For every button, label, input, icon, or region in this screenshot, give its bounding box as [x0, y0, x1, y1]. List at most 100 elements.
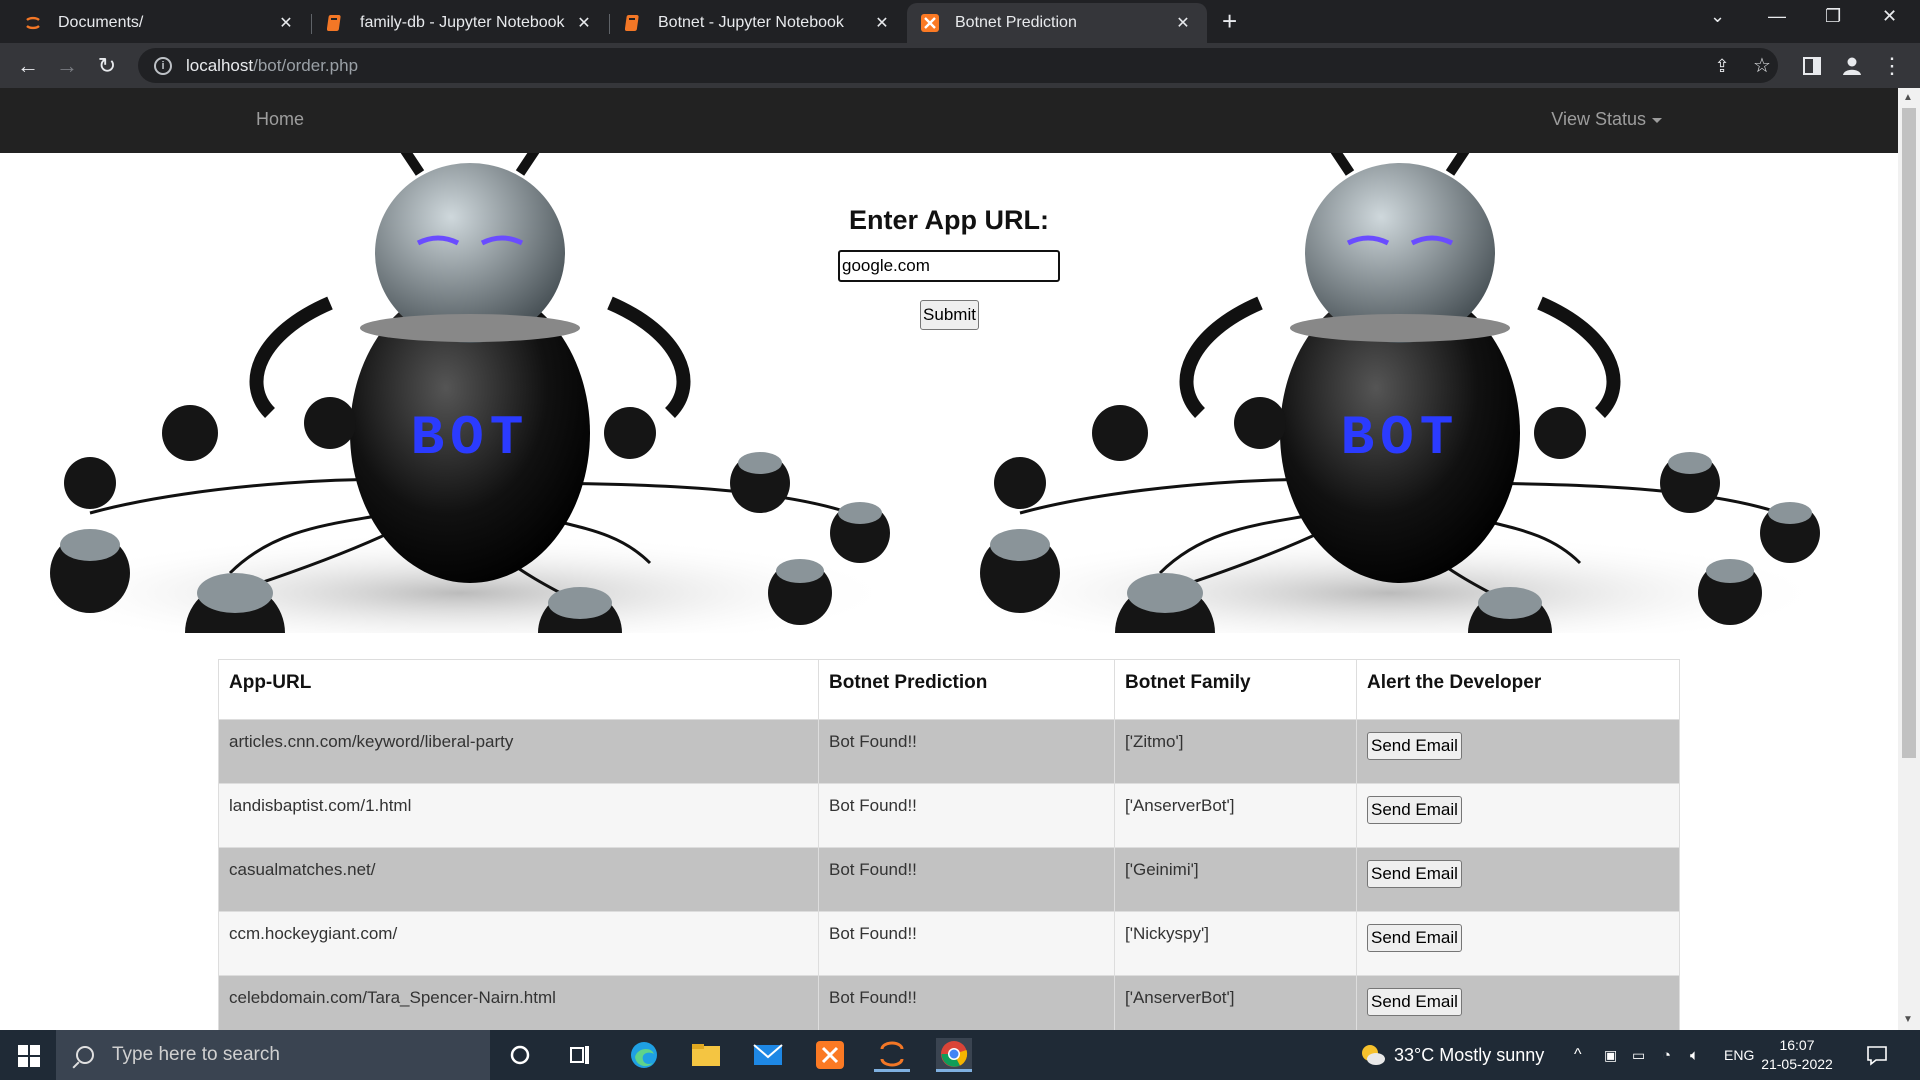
- cell-action: Send Email: [1356, 847, 1680, 912]
- tab-botnet-prediction[interactable]: Botnet Prediction ✕: [907, 3, 1207, 43]
- scroll-up-arrow-icon[interactable]: ▲: [1903, 92, 1913, 103]
- tab-title: Botnet - Jupyter Notebook: [658, 14, 844, 31]
- send-email-button[interactable]: Send Email: [1367, 988, 1462, 1016]
- back-arrow-icon[interactable]: ←: [14, 52, 42, 80]
- table-row: landisbaptist.com/1.html Bot Found!! ['A…: [218, 783, 1680, 848]
- tab-search-chevron-icon[interactable]: ⌄: [1710, 6, 1725, 27]
- menu-kebab-icon[interactable]: ⋮: [1878, 52, 1906, 80]
- cell-prediction: Bot Found!!: [818, 783, 1115, 848]
- battery-icon[interactable]: ▭: [1632, 1030, 1645, 1080]
- windows-taskbar: Type here to search 33°C Mostly sunny ^ …: [0, 1030, 1920, 1080]
- weather-sun-cloud-icon: [1362, 1045, 1385, 1065]
- table-row: ccm.hockeygiant.com/ Bot Found!! ['Nicky…: [218, 911, 1680, 976]
- volume-icon[interactable]: 🔈︎: [1690, 1030, 1699, 1080]
- scroll-down-arrow-icon[interactable]: ▼: [1903, 1014, 1913, 1025]
- cell-app-url: landisbaptist.com/1.html: [218, 783, 819, 848]
- close-icon[interactable]: ✕: [574, 13, 594, 33]
- xampp-icon: [921, 14, 939, 32]
- minimize-button[interactable]: —: [1768, 6, 1786, 27]
- send-email-button[interactable]: Send Email: [1367, 796, 1462, 824]
- view-status-dropdown[interactable]: View Status: [1551, 109, 1662, 130]
- taskbar-search-box[interactable]: Type here to search: [56, 1030, 490, 1080]
- cell-family: ['AnserverBot']: [1114, 783, 1357, 848]
- submit-button[interactable]: Submit: [920, 300, 979, 330]
- cell-app-url: celebdomain.com/Tara_Spencer-Nairn.html: [218, 975, 819, 1030]
- jupyter-taskbar-icon[interactable]: [874, 1038, 910, 1072]
- svg-text:BOT: BOT: [1341, 406, 1460, 470]
- xampp-taskbar-icon[interactable]: [812, 1038, 848, 1072]
- column-header: Botnet Family: [1114, 659, 1357, 720]
- tab-family-db[interactable]: family-db - Jupyter Notebook ✕: [312, 3, 608, 43]
- send-email-button[interactable]: Send Email: [1367, 860, 1462, 888]
- cell-action: Send Email: [1356, 783, 1680, 848]
- new-tab-button[interactable]: +: [1222, 8, 1237, 34]
- notebook-icon: [326, 14, 344, 32]
- table-row: casualmatches.net/ Bot Found!! ['Geinimi…: [218, 847, 1680, 912]
- notebook-icon: [624, 14, 642, 32]
- close-icon[interactable]: ✕: [872, 13, 892, 33]
- forward-arrow-icon[interactable]: →: [53, 52, 81, 80]
- cell-prediction: Bot Found!!: [818, 847, 1115, 912]
- weather-widget[interactable]: 33°C Mostly sunny: [1360, 1030, 1544, 1080]
- cell-app-url: articles.cnn.com/keyword/liberal-party: [218, 719, 819, 784]
- restore-button[interactable]: ❐: [1825, 6, 1841, 27]
- cell-family: ['Nickyspy']: [1114, 911, 1357, 976]
- show-hidden-icons-chevron-icon[interactable]: ^: [1574, 1030, 1582, 1080]
- file-explorer-icon[interactable]: [688, 1038, 724, 1072]
- cell-action: Send Email: [1356, 975, 1680, 1030]
- send-email-button[interactable]: Send Email: [1367, 732, 1462, 760]
- cell-prediction: Bot Found!!: [818, 719, 1115, 784]
- table-row: articles.cnn.com/keyword/liberal-party B…: [218, 719, 1680, 784]
- column-header: Botnet Prediction: [818, 659, 1115, 720]
- side-panel-icon[interactable]: [1798, 52, 1826, 80]
- bookmark-star-icon[interactable]: ☆: [1748, 52, 1776, 80]
- cell-action: Send Email: [1356, 719, 1680, 784]
- site-info-icon[interactable]: i: [154, 56, 172, 75]
- form-label: Enter App URL:: [849, 205, 1049, 235]
- weather-text: 33°C Mostly sunny: [1394, 1044, 1545, 1065]
- taskbar-clock[interactable]: 16:07 21-05-2022: [1752, 1036, 1842, 1074]
- close-window-button[interactable]: ✕: [1882, 6, 1897, 27]
- edge-browser-icon[interactable]: [626, 1038, 662, 1072]
- cell-app-url: ccm.hockeygiant.com/: [218, 911, 819, 976]
- url-path: /bot/order.php: [253, 55, 359, 75]
- site-navbar: Home View Status: [0, 88, 1898, 153]
- task-view-icon[interactable]: [562, 1038, 598, 1072]
- caret-down-icon: [1652, 117, 1662, 123]
- jupyter-icon: [24, 14, 42, 32]
- cell-prediction: Bot Found!!: [818, 911, 1115, 976]
- tab-botnet-notebook[interactable]: Botnet - Jupyter Notebook ✕: [610, 3, 906, 43]
- send-email-button[interactable]: Send Email: [1367, 924, 1462, 952]
- mail-icon[interactable]: [750, 1038, 786, 1072]
- chrome-taskbar-icon[interactable]: [936, 1038, 972, 1072]
- clock-time: 16:07: [1779, 1037, 1815, 1053]
- table-header-row: App-URL Botnet Prediction Botnet Family …: [218, 659, 1680, 720]
- cortana-icon[interactable]: [502, 1038, 538, 1072]
- tab-documents[interactable]: Documents/ ✕: [10, 3, 310, 43]
- address-bar[interactable]: i localhost/bot/order.php: [138, 48, 1778, 83]
- cell-app-url: casualmatches.net/: [218, 847, 819, 912]
- tab-title: family-db - Jupyter Notebook: [360, 14, 565, 31]
- language-indicator[interactable]: ENG: [1724, 1030, 1754, 1080]
- url-host: localhost: [186, 55, 254, 75]
- network-drive-icon[interactable]: ▣: [1604, 1030, 1617, 1080]
- tab-title: Botnet Prediction: [955, 14, 1077, 31]
- windows-start-icon[interactable]: [18, 1045, 40, 1072]
- close-icon[interactable]: ✕: [1173, 13, 1193, 33]
- nav-home-link[interactable]: Home: [256, 109, 304, 130]
- share-icon[interactable]: ⇪: [1708, 52, 1736, 80]
- cell-prediction: Bot Found!!: [818, 975, 1115, 1030]
- scrollbar-thumb[interactable]: [1902, 108, 1916, 758]
- page-scrollbar[interactable]: ▲ ▼: [1898, 88, 1920, 1030]
- wifi-icon[interactable]: ◔: [1662, 1030, 1671, 1080]
- page-viewport: Home View Status BOT BOT Enter App URL: …: [0, 88, 1898, 1030]
- close-icon[interactable]: ✕: [276, 13, 296, 33]
- tab-title: Documents/: [58, 14, 144, 31]
- svg-text:BOT: BOT: [411, 406, 530, 470]
- notification-icon[interactable]: [1866, 1030, 1888, 1080]
- column-header: App-URL: [218, 659, 819, 720]
- profile-icon[interactable]: [1838, 52, 1866, 80]
- reload-icon[interactable]: ↻: [93, 52, 121, 80]
- table-row: celebdomain.com/Tara_Spencer-Nairn.html …: [218, 975, 1680, 1030]
- app-url-input[interactable]: [838, 250, 1060, 282]
